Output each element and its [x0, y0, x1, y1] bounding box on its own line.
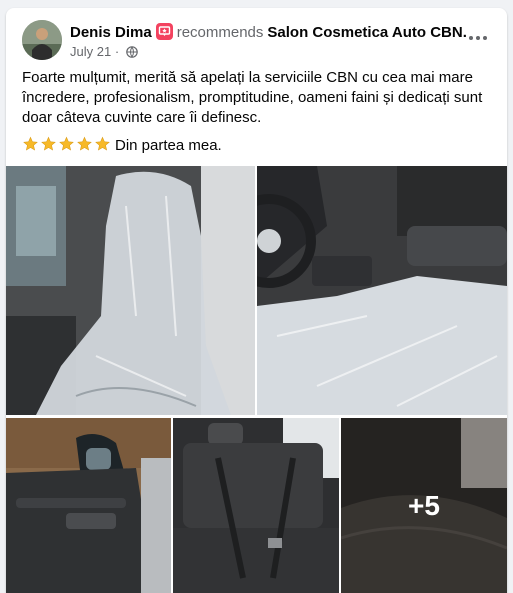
post-title-line: Denis Dima recommends Salon Cosmetica Auto… [70, 23, 467, 41]
rating-stars [22, 136, 112, 154]
photo-rear-seats[interactable] [173, 418, 339, 593]
post-card: Denis Dima recommends Salon Cosmetica Auto… [6, 8, 507, 593]
avatar[interactable] [22, 20, 62, 60]
post-date[interactable]: July 21 [70, 44, 111, 59]
photo-door-panel[interactable] [6, 418, 171, 593]
photo-grid: +5 [6, 166, 507, 593]
author-name[interactable]: Denis Dima [70, 24, 152, 41]
rating-line: Din partea mea. [22, 136, 222, 156]
post-meta: July 21 · [70, 44, 138, 61]
photo-dashboard-seat-cover[interactable] [257, 166, 507, 415]
meta-separator: · [114, 44, 120, 59]
star-icon [95, 136, 110, 151]
star-icon [59, 136, 74, 151]
post-header: Denis Dima recommends Salon Cosmetica Auto… [22, 20, 495, 64]
rating-text: Din partea mea. [115, 137, 222, 154]
star-icon [41, 136, 56, 151]
recommend-badge-icon [155, 23, 173, 40]
post-text: Foarte mulțumit, merită să apelați la se… [22, 69, 483, 126]
photo-seat-fabric-closeup[interactable]: +5 [341, 418, 507, 593]
star-icon [77, 136, 92, 151]
globe-icon [125, 46, 138, 61]
more-photos-overlay[interactable]: +5 [341, 418, 507, 593]
more-photos-count: +5 [408, 489, 440, 521]
recommends-label: recommends [176, 24, 264, 41]
page-name-link[interactable]: Salon Cosmetica Auto CBN. [267, 24, 466, 41]
star-icon [23, 136, 38, 151]
photo-seat-plastic-cover-front[interactable] [6, 166, 255, 415]
more-options-icon[interactable] [463, 28, 493, 48]
